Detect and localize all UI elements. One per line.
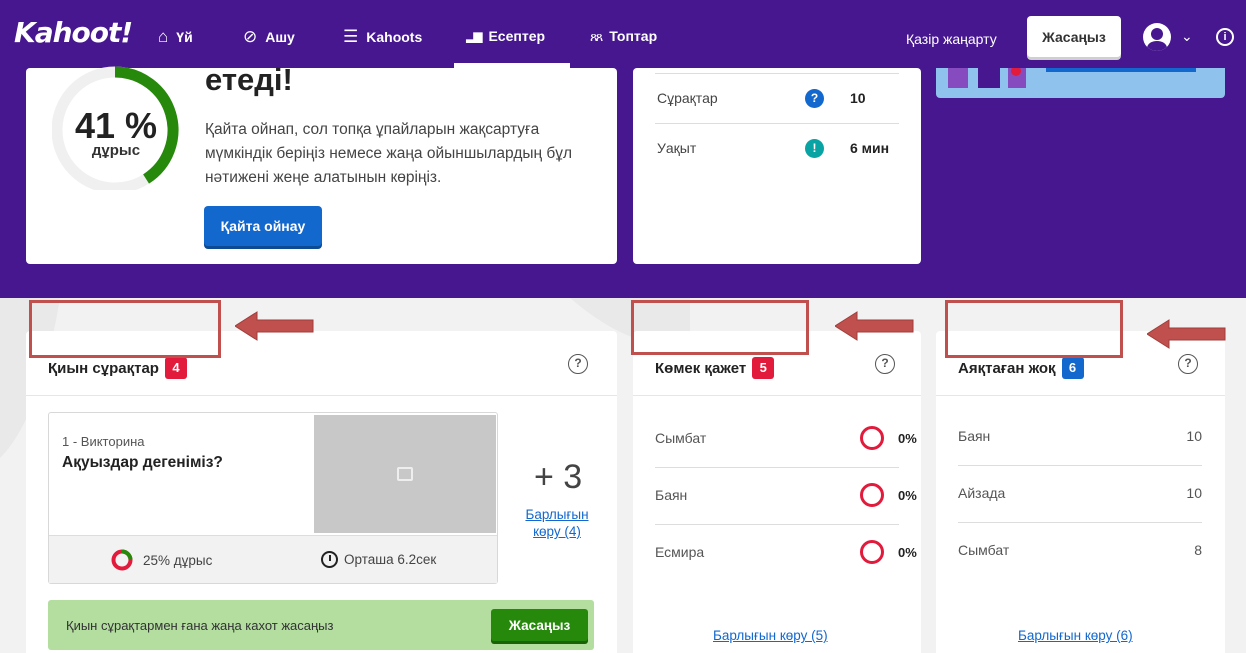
question-footer: 25% дұрыс Орташа 6.2сек [49, 535, 497, 583]
player-row[interactable]: Баян 10 [958, 409, 1202, 466]
create-kahoot-button[interactable]: Жасаңыз [491, 609, 588, 641]
stat-label: Сұрақтар [657, 90, 718, 106]
podium-card [936, 68, 1225, 98]
player-row[interactable]: Сымбат 0% [655, 411, 917, 468]
accuracy-text: 25% дұрыс [143, 552, 213, 568]
question-preview[interactable]: 1 - Викторина Ақуыздар дегеніміз? 25% дұ… [48, 412, 498, 584]
arrow-left-icon [1147, 319, 1226, 349]
need-help-card: Көмек қажет 5 ? Сымбат 0% Баян 0% Есмира… [633, 331, 921, 653]
arrow-left-icon [235, 311, 314, 341]
see-all-not-finished-link[interactable]: Барлығын көру (6) [1018, 628, 1133, 643]
accuracy-percent: 41 % [74, 105, 158, 146]
player-name: Баян [958, 428, 991, 444]
accuracy-ring-icon [860, 426, 884, 450]
nav-discover[interactable]: ⊘ Ашу [243, 28, 295, 45]
card-title: Көмек қажет 5 [655, 357, 775, 379]
card-title: Қиын сұрақтар 4 [48, 357, 187, 379]
compass-icon: ⊘ [243, 27, 258, 46]
nav-groups[interactable]: ጸጸ Топтар [590, 28, 657, 44]
player-row[interactable]: Баян 0% [655, 468, 917, 525]
new-kahoot-banner: Қиын сұрақтармен ғана жаңа кахот жасаңыз… [48, 600, 594, 650]
not-finished-title: Аяқтаған жоқ [958, 359, 1056, 377]
player-name: Баян [655, 487, 688, 503]
accuracy-donut-icon [111, 549, 133, 571]
accuracy-ring-icon [860, 483, 884, 507]
user-avatar-icon[interactable] [1143, 23, 1171, 51]
help-icon[interactable]: ? [568, 354, 588, 374]
count-badge: 5 [752, 357, 775, 379]
average-time: Орташа 6.2сек [321, 551, 436, 568]
clock-icon [321, 551, 338, 568]
list-icon: ☰ [343, 27, 359, 46]
chevron-down-icon[interactable]: ⌄ [1181, 28, 1193, 45]
nav-kahoots[interactable]: ☰ Kahoots [343, 28, 422, 45]
help-icon[interactable]: ? [1178, 354, 1198, 374]
player-name: Сымбат [655, 430, 707, 446]
player-answered: 8 [1194, 542, 1202, 558]
player-row[interactable]: Есмира 0% [655, 525, 917, 582]
player-accuracy: 0% [898, 431, 917, 446]
card-title: Аяқтаған жоқ 6 [958, 357, 1084, 379]
player-name: Айзада [958, 485, 1006, 501]
time-icon: ! [805, 139, 824, 158]
top-navbar: Kahoot! ⌂ Үй ⊘ Ашу ☰ Kahoots ▂▆ Есептер … [0, 0, 1246, 68]
player-answered: 10 [1186, 428, 1202, 444]
image-icon [397, 467, 413, 481]
highlight-box [29, 300, 221, 358]
question-accuracy: 25% дұрыс [111, 549, 212, 571]
need-help-title: Көмек қажет [655, 359, 747, 377]
stat-value: 10 [850, 90, 866, 106]
average-time-text: Орташа 6.2сек [344, 552, 437, 567]
player-row[interactable]: Айзада 10 [958, 466, 1202, 523]
nav-discover-label: Ашу [265, 28, 295, 45]
player-accuracy: 0% [898, 545, 917, 560]
highlight-box [631, 300, 809, 355]
stat-row-time: Уақыт ! 6 мин [655, 123, 899, 172]
accuracy-ring-icon [860, 540, 884, 564]
summary-description: Қайта ойнап, сол топқа ұпайларын жақсарт… [205, 121, 573, 186]
groups-icon: ጸጸ [590, 28, 603, 44]
difficult-questions-card: Қиын сұрақтар 4 ? 1 - Викторина Ақуыздар… [26, 331, 617, 653]
see-all-difficult-link[interactable]: Барлығын көру (4) [522, 506, 592, 540]
question-title: Ақуыздар дегеніміз? [62, 454, 223, 471]
difficult-questions-title: Қиын сұрақтар [48, 359, 159, 377]
player-name: Сымбат [958, 542, 1010, 558]
help-icon[interactable]: ? [875, 354, 895, 374]
question-number: 1 - Викторина [62, 434, 145, 449]
replay-button[interactable]: Қайта ойнау [204, 206, 322, 246]
count-badge: 6 [1061, 357, 1084, 379]
count-badge: 4 [164, 357, 187, 379]
stat-label: Уақыт [657, 140, 697, 156]
highlight-box [945, 300, 1123, 358]
reports-icon: ▂▆ [466, 29, 483, 43]
see-all-need-help-link[interactable]: Барлығын көру (5) [713, 628, 828, 643]
arrow-left-icon [835, 311, 914, 341]
summary-headline: етеді! [205, 62, 293, 97]
accuracy-label: дұрыс [91, 142, 141, 159]
info-icon[interactable]: i [1216, 28, 1234, 46]
player-accuracy: 0% [898, 488, 917, 503]
nav-reports-label: Есептер [488, 28, 546, 44]
new-kahoot-text: Қиын сұрақтармен ғана жаңа кахот жасаңыз [66, 618, 334, 633]
stat-value: 6 мин [850, 140, 890, 156]
player-row[interactable]: Сымбат 8 [958, 523, 1202, 580]
stat-row-questions: Сұрақтар ? 10 [655, 73, 899, 122]
nav-reports[interactable]: ▂▆ Есептер [466, 28, 545, 44]
player-name: Есмира [655, 544, 705, 560]
more-questions-count: + 3 [534, 458, 583, 496]
refresh-now-link[interactable]: Қазір жаңарту [906, 31, 997, 47]
nav-kahoots-label: Kahoots [366, 28, 423, 45]
image-placeholder [314, 415, 496, 533]
podium-illustration [948, 68, 1196, 88]
nav-groups-label: Топтар [609, 28, 658, 44]
question-icon: ? [805, 89, 824, 108]
create-button[interactable]: Жасаңыз [1027, 16, 1121, 57]
not-finished-card: Аяқтаған жоқ 6 ? Баян 10 Айзада 10 Сымба… [936, 331, 1225, 653]
player-answered: 10 [1186, 485, 1202, 501]
